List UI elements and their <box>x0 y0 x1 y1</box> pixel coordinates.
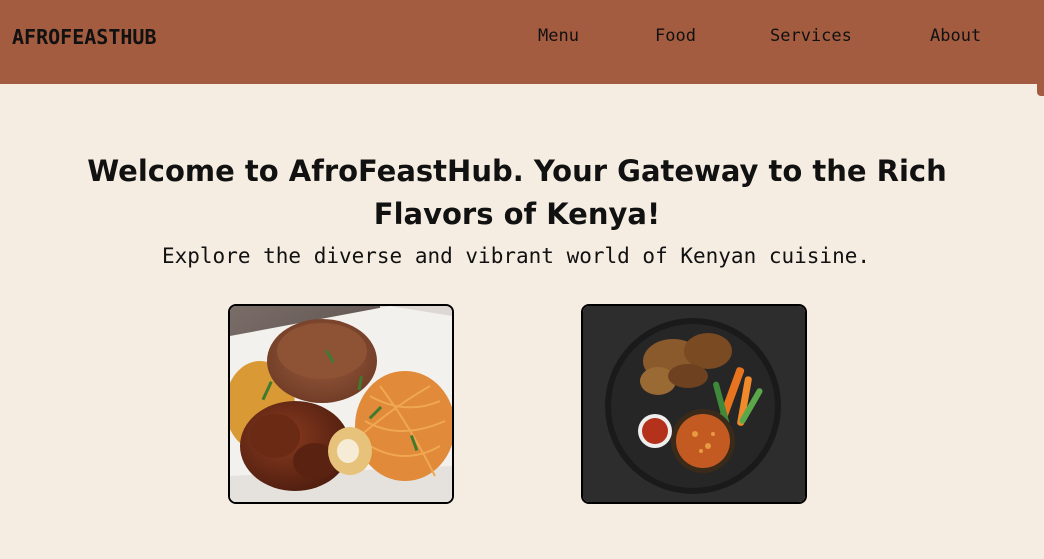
roast-chicken-platter-image <box>583 306 805 502</box>
nav-link-menu[interactable]: Menu <box>538 26 579 46</box>
dish-image-rice-plate[interactable] <box>228 304 454 504</box>
rice-and-spaghetti-plate-image <box>230 306 452 502</box>
nav-link-food[interactable]: Food <box>655 26 696 46</box>
nav-link-about[interactable]: About <box>930 26 981 46</box>
dish-image-chicken-platter[interactable] <box>581 304 807 504</box>
brand-logo[interactable]: AFROFEASTHUB <box>12 25 157 49</box>
hero-subtitle: Explore the diverse and vibrant world of… <box>161 244 870 268</box>
hero-title: Welcome to AfroFeastHub. Your Gateway to… <box>87 154 947 231</box>
nav-link-services[interactable]: Services <box>770 26 852 46</box>
header-corner-tab <box>1037 84 1044 96</box>
navbar: AFROFEASTHUB Menu Food Services About <box>0 0 1044 84</box>
